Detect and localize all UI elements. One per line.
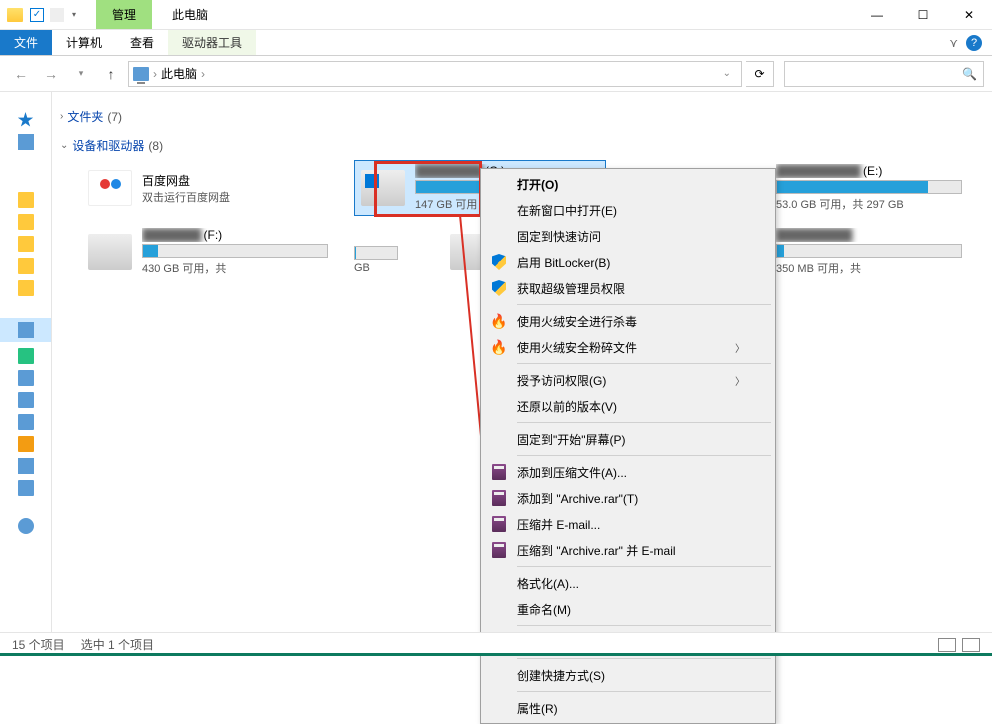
ctx-huorong-scan[interactable]: 🔥使用火绒安全进行杀毒 bbox=[483, 308, 773, 334]
tab-file[interactable]: 文件 bbox=[0, 30, 52, 55]
ctx-restore[interactable]: 还原以前的版本(V) bbox=[483, 393, 773, 419]
flame-icon: 🔥 bbox=[491, 313, 507, 329]
sidebar-documents-icon[interactable] bbox=[18, 414, 34, 430]
close-button[interactable]: ✕ bbox=[946, 0, 992, 30]
sidebar-pictures-icon[interactable] bbox=[18, 392, 34, 408]
addr-dropdown-icon[interactable]: ⌄ bbox=[717, 68, 737, 79]
recent-dropdown[interactable]: ▾ bbox=[68, 61, 94, 87]
up-button[interactable]: ↑ bbox=[98, 61, 124, 87]
ctx-pin-start[interactable]: 固定到"开始"屏幕(P) bbox=[483, 426, 773, 452]
ctx-open[interactable]: 打开(O) bbox=[483, 171, 773, 197]
ctx-rename[interactable]: 重命名(M) bbox=[483, 596, 773, 622]
baidu-icon bbox=[88, 170, 132, 206]
search-icon: 🔍 bbox=[962, 67, 977, 81]
folder-icon bbox=[6, 6, 24, 24]
qat-dropdown-icon[interactable]: ▾ bbox=[68, 10, 80, 19]
breadcrumb-this-pc[interactable]: 此电脑 bbox=[161, 65, 197, 82]
breadcrumb-sep: › bbox=[153, 67, 157, 81]
ctx-huorong-shred[interactable]: 🔥使用火绒安全粉碎文件〉 bbox=[483, 334, 773, 360]
drive-icon bbox=[88, 234, 132, 270]
pc-icon bbox=[133, 67, 149, 81]
chevron-right-icon: 〉 bbox=[735, 340, 745, 355]
status-item-count: 15 个项目 bbox=[12, 636, 65, 653]
flame-icon: 🔥 bbox=[491, 339, 507, 355]
search-input[interactable]: 🔍 bbox=[784, 61, 984, 87]
tab-view[interactable]: 查看 bbox=[116, 30, 168, 55]
drive-baidu[interactable]: 百度网盘 双击运行百度网盘 bbox=[82, 160, 334, 216]
tab-computer[interactable]: 计算机 bbox=[52, 30, 116, 55]
ctx-format[interactable]: 格式化(A)... bbox=[483, 570, 773, 596]
ctx-rar-archive[interactable]: 添加到 "Archive.rar"(T) bbox=[483, 485, 773, 511]
ctx-shortcut[interactable]: 创建快捷方式(S) bbox=[483, 662, 773, 688]
rar-icon bbox=[491, 490, 507, 506]
sidebar-folder-icon[interactable] bbox=[18, 258, 34, 274]
ribbon-expand-icon[interactable]: ⋎ bbox=[949, 36, 958, 50]
address-bar[interactable]: › 此电脑 › ⌄ bbox=[128, 61, 742, 87]
minimize-button[interactable]: — bbox=[854, 0, 900, 30]
chevron-down-icon: ⌄ bbox=[60, 140, 68, 151]
refresh-button[interactable]: ⟳ bbox=[746, 61, 774, 87]
drive-f[interactable]: ███████(F:) 430 GB 可用，共 bbox=[82, 224, 334, 280]
ctx-admin[interactable]: 获取超级管理员权限 bbox=[483, 275, 773, 301]
group-devices[interactable]: ⌄ 设备和驱动器 (8) bbox=[58, 131, 986, 160]
chevron-right-icon: › bbox=[60, 111, 63, 122]
tab-drive-tools[interactable]: 驱动器工具 bbox=[168, 30, 256, 55]
sidebar-downloads-icon[interactable] bbox=[18, 436, 34, 452]
forward-button: → bbox=[38, 61, 64, 87]
breadcrumb-sep2[interactable]: › bbox=[201, 67, 205, 81]
sidebar-quickaccess-icon[interactable] bbox=[18, 112, 34, 128]
sidebar-music-icon[interactable] bbox=[18, 458, 34, 474]
qat-blank-icon[interactable] bbox=[50, 8, 64, 22]
context-tab-manage[interactable]: 管理 bbox=[96, 0, 152, 29]
drive-icon bbox=[361, 170, 405, 206]
back-button[interactable]: ← bbox=[8, 61, 34, 87]
shield-icon bbox=[491, 254, 507, 270]
ctx-pin-quickaccess[interactable]: 固定到快速访问 bbox=[483, 223, 773, 249]
sidebar-this-pc[interactable] bbox=[0, 318, 51, 342]
rar-icon bbox=[491, 464, 507, 480]
maximize-button[interactable]: ☐ bbox=[900, 0, 946, 30]
ctx-open-new-window[interactable]: 在新窗口中打开(E) bbox=[483, 197, 773, 223]
sidebar-folder-icon[interactable] bbox=[18, 236, 34, 252]
drive-g[interactable]: GB bbox=[354, 224, 424, 280]
sidebar-desktop-icon[interactable] bbox=[18, 134, 34, 150]
sidebar-folder-icon[interactable] bbox=[18, 214, 34, 230]
sidebar-network-icon[interactable] bbox=[18, 518, 34, 534]
view-details-icon[interactable] bbox=[938, 638, 956, 652]
shield-icon bbox=[491, 280, 507, 296]
ctx-access[interactable]: 授予访问权限(G)〉 bbox=[483, 367, 773, 393]
ctx-rar-add[interactable]: 添加到压缩文件(A)... bbox=[483, 459, 773, 485]
sidebar-folder-icon[interactable] bbox=[18, 280, 34, 296]
sidebar-videos-icon[interactable] bbox=[18, 370, 34, 386]
ctx-rar-email[interactable]: 压缩并 E-mail... bbox=[483, 511, 773, 537]
window-title: 此电脑 bbox=[156, 0, 224, 29]
view-large-icon[interactable] bbox=[962, 638, 980, 652]
ctx-bitlocker[interactable]: 启用 BitLocker(B) bbox=[483, 249, 773, 275]
rar-icon bbox=[491, 542, 507, 558]
sidebar-desktop2-icon[interactable] bbox=[18, 480, 34, 496]
group-folders[interactable]: › 文件夹 (7) bbox=[58, 102, 986, 131]
chevron-right-icon: 〉 bbox=[735, 373, 745, 388]
properties-qat-icon[interactable]: ✓ bbox=[28, 6, 46, 24]
ctx-properties[interactable]: 属性(R) bbox=[483, 695, 773, 721]
sidebar-folder-icon[interactable] bbox=[18, 192, 34, 208]
help-icon[interactable]: ? bbox=[966, 35, 982, 51]
sidebar-3dobjects-icon[interactable] bbox=[18, 348, 34, 364]
status-selected-count: 选中 1 个项目 bbox=[81, 636, 154, 653]
ctx-rar-archive-email[interactable]: 压缩到 "Archive.rar" 并 E-mail bbox=[483, 537, 773, 563]
rar-icon bbox=[491, 516, 507, 532]
